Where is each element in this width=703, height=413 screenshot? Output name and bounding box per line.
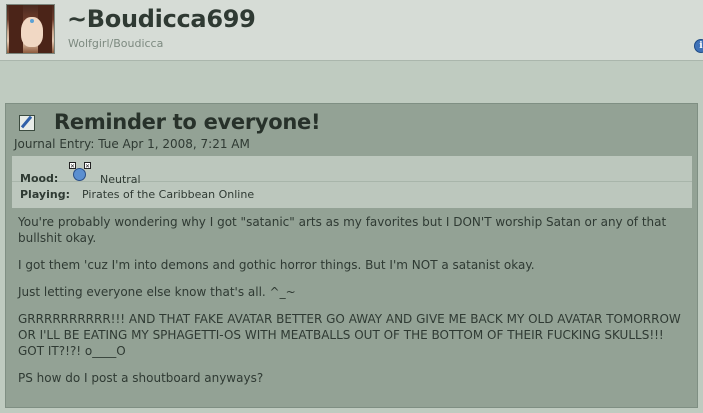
username[interactable]: ~Boudicca699 [67, 5, 256, 33]
journal-paragraph: You're probably wondering why I got "sat… [18, 215, 667, 245]
journal-paragraph: PS how do I post a shoutboard anyways? [18, 371, 264, 385]
journal-date: Journal Entry: Tue Apr 1, 2008, 7:21 AM [14, 137, 250, 151]
journal-paragraph: I got them 'cuz I'm into demons and goth… [18, 258, 535, 272]
playing-label: Playing: [20, 188, 70, 201]
journal-body: You're probably wondering why I got "sat… [18, 214, 688, 397]
journal-meta: Mood: ✕ ✕ Neutral Playing: Pirates of the… [12, 156, 692, 208]
journal-panel: Reminder to everyone! Journal Entry: Tue… [5, 103, 698, 408]
user-subtitle: Wolfgirl/Boudicca [68, 37, 164, 50]
playing-row: Playing: Pirates of the Caribbean Online [12, 182, 692, 206]
journal-paragraph: GRRRRRRRRRR!!! AND THAT FAKE AVATAR BETT… [18, 312, 681, 358]
journal-pencil-icon [19, 115, 35, 131]
mood-row: Mood: ✕ ✕ Neutral [12, 158, 692, 186]
profile-header: ~Boudicca699 Wolfgirl/Boudicca i [0, 0, 703, 61]
journal-header: Reminder to everyone! Journal Entry: Tue… [6, 104, 697, 156]
info-icon[interactable]: i [694, 39, 703, 53]
playing-value: Pirates of the Caribbean Online [82, 188, 255, 201]
avatar[interactable] [6, 4, 55, 54]
journal-title[interactable]: Reminder to everyone! [54, 110, 321, 134]
journal-paragraph: Just letting everyone else know that's a… [18, 285, 296, 299]
neutral-mood-icon: ✕ ✕ [67, 162, 93, 182]
